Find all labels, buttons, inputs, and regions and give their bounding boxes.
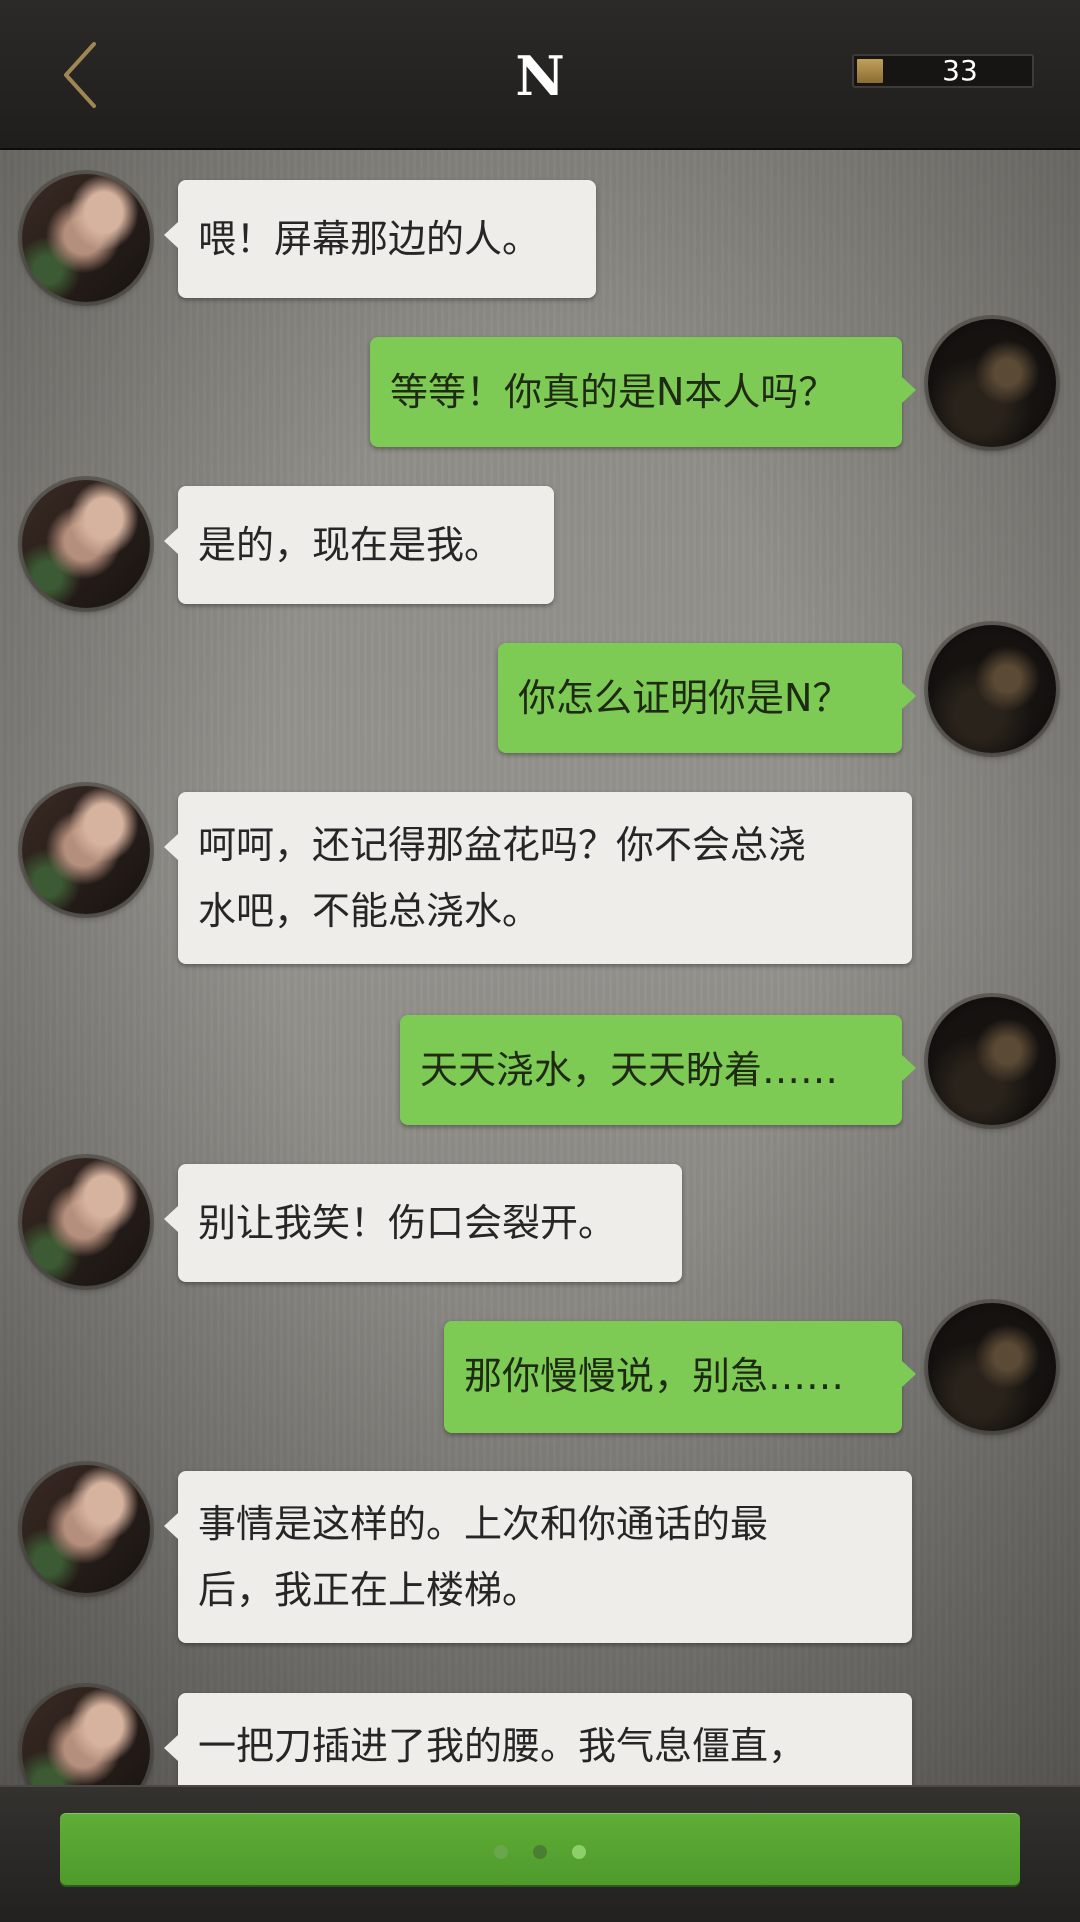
message-bubble-incoming: 事情是这样的。上次和你通话的最 后，我正在上楼梯。 xyxy=(164,1471,912,1643)
message-line: 你怎么证明你是N？ xyxy=(518,676,851,720)
reply-button[interactable] xyxy=(60,1813,1020,1885)
message-line: 天天浇水，天天盼着…… xyxy=(420,1048,839,1092)
typing-dot-icon xyxy=(533,1845,547,1859)
avatar-n[interactable] xyxy=(22,1158,150,1286)
message-line: 水吧，不能总浇水。 xyxy=(198,889,541,933)
avatar-me[interactable] xyxy=(928,997,1056,1125)
message-bubble-incoming: 一把刀插进了我的腰。我气息僵直， xyxy=(164,1693,912,1785)
avatar-me[interactable] xyxy=(928,319,1056,447)
avatar-n[interactable] xyxy=(22,174,150,302)
message-line: 后，我正在上楼梯。 xyxy=(198,1568,541,1612)
message-line: 别让我笑！伤口会裂开。 xyxy=(198,1201,617,1245)
message-line: 呵呵，还记得那盆花吗？你不会总浇 xyxy=(198,823,807,867)
avatar-me[interactable] xyxy=(928,1303,1056,1431)
message-bubble-outgoing: 天天浇水，天天盼着…… xyxy=(400,1015,916,1125)
message-bubble-outgoing: 你怎么证明你是N？ xyxy=(498,643,916,753)
message-line: 是的，现在是我。 xyxy=(198,523,503,567)
message-line: 喂！屏幕那边的人。 xyxy=(198,217,541,261)
message-bubble-incoming: 是的，现在是我。 xyxy=(164,486,554,604)
avatar-n[interactable] xyxy=(22,1465,150,1593)
message-bubble-outgoing: 那你慢慢说，别急…… xyxy=(444,1321,916,1433)
coin-count: 33 xyxy=(942,54,978,87)
message-bubble-incoming: 喂！屏幕那边的人。 xyxy=(164,180,596,298)
message-line: 那你慢慢说，别急…… xyxy=(464,1354,845,1398)
chat-area[interactable]: 喂！屏幕那边的人。 等等！你真的是N本人吗？ 是的，现在是我。 你怎么证明你是N… xyxy=(0,150,1080,1785)
avatar-n[interactable] xyxy=(22,786,150,914)
message-bubble-incoming: 呵呵，还记得那盆花吗？你不会总浇 水吧，不能总浇水。 xyxy=(164,792,912,964)
coin-icon xyxy=(857,59,883,83)
avatar-me[interactable] xyxy=(928,625,1056,753)
typing-dot-icon xyxy=(572,1845,586,1859)
typing-dot-icon xyxy=(494,1845,508,1859)
message-bubble-incoming: 别让我笑！伤口会裂开。 xyxy=(164,1164,682,1282)
message-line: 一把刀插进了我的腰。我气息僵直， xyxy=(198,1724,807,1768)
coin-counter: 33 xyxy=(852,54,1034,88)
message-bubble-outgoing: 等等！你真的是N本人吗？ xyxy=(370,337,916,447)
message-line: 事情是这样的。上次和你通话的最 xyxy=(198,1502,769,1546)
bottom-bar xyxy=(0,1785,1080,1922)
top-bar: N 33 xyxy=(0,0,1080,150)
avatar-n[interactable] xyxy=(22,480,150,608)
message-line: 等等！你真的是N本人吗？ xyxy=(390,370,837,414)
avatar-n[interactable] xyxy=(22,1687,150,1785)
